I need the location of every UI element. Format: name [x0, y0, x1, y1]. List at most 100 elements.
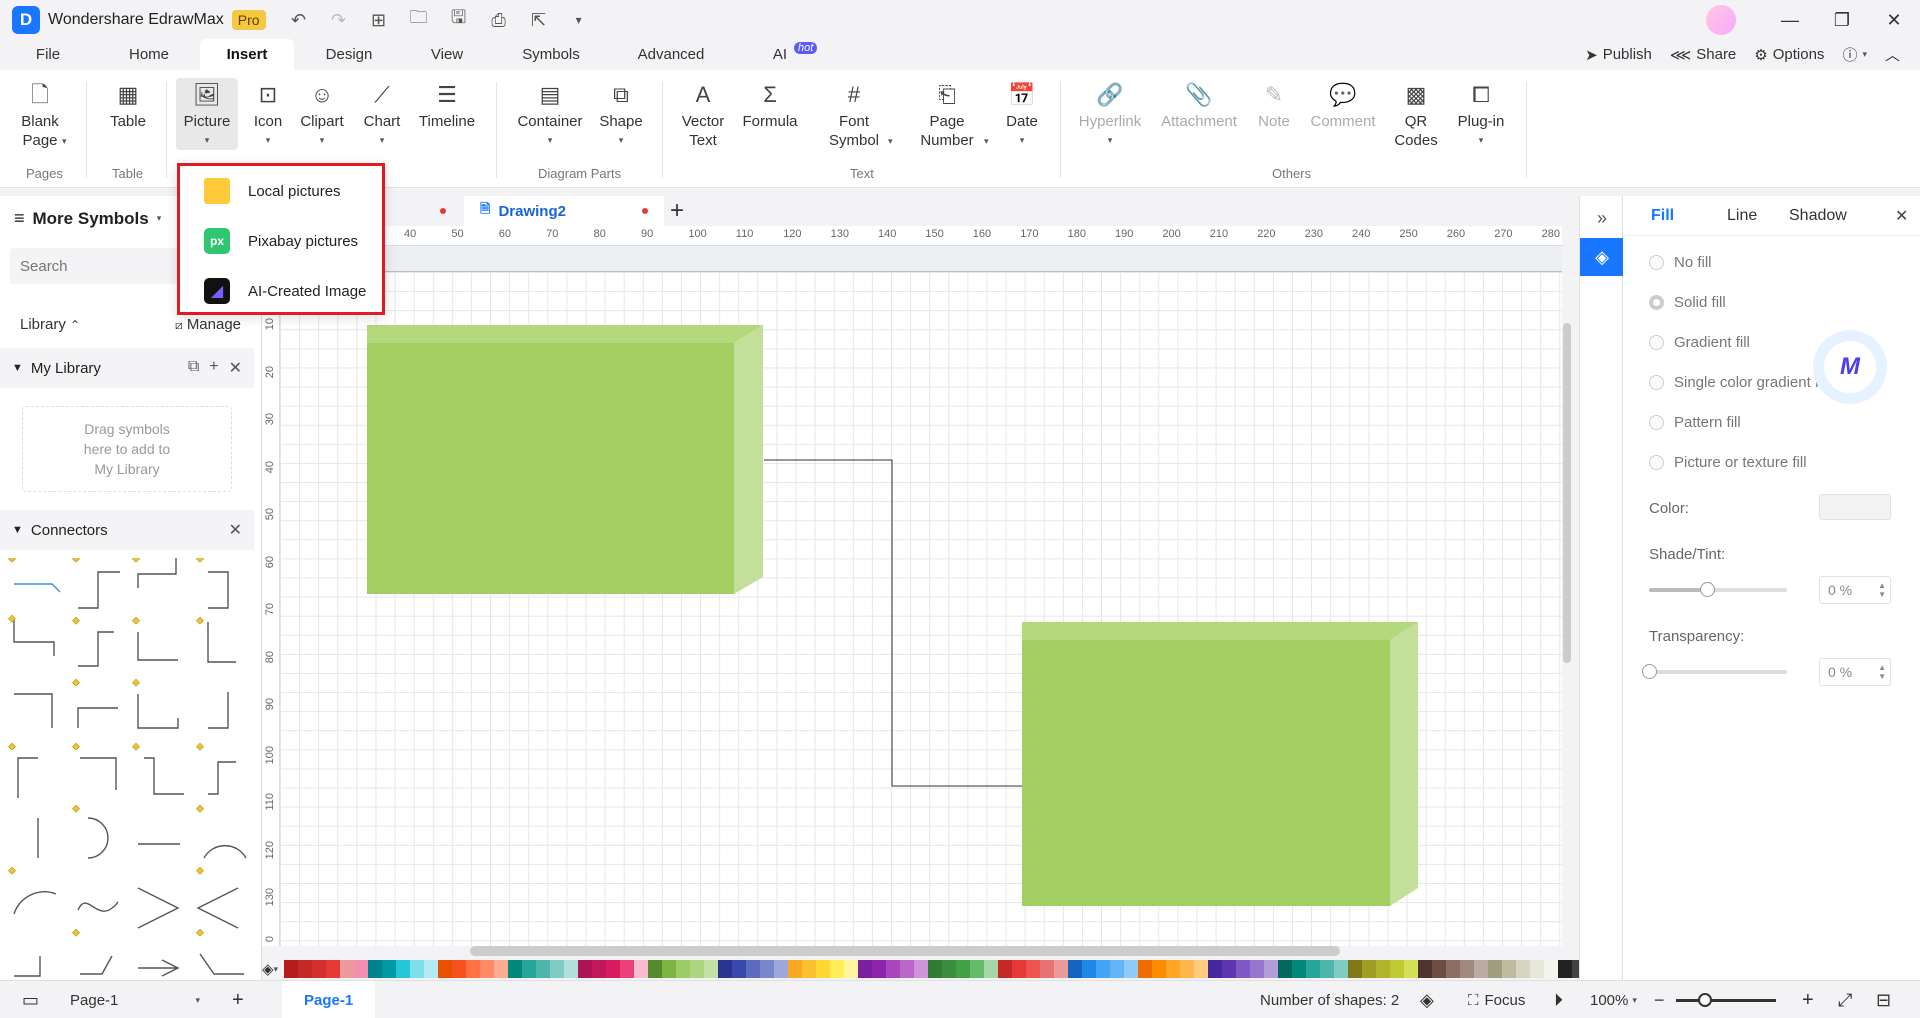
color-swatch[interactable]: [1124, 960, 1138, 978]
plus-icon[interactable]: +: [209, 358, 218, 378]
plugin-button[interactable]: ⧠ Plug-in ▾: [1454, 80, 1508, 150]
color-swatch[interactable]: [1040, 960, 1054, 978]
zoom-select[interactable]: 100% ▾: [1590, 981, 1637, 1018]
formula-button[interactable]: Σ Formula: [742, 80, 798, 131]
menu-tab-file[interactable]: File: [24, 46, 72, 70]
comment-button[interactable]: 💬 Comment: [1310, 80, 1376, 131]
color-swatch[interactable]: [676, 960, 690, 978]
color-swatch[interactable]: [1292, 960, 1306, 978]
drawing-canvas[interactable]: [280, 246, 1562, 946]
close-window-icon[interactable]: ✕: [1868, 10, 1920, 31]
color-swatch[interactable]: [368, 960, 382, 978]
share-button[interactable]: ⋘ Share: [1670, 46, 1736, 64]
color-swatch[interactable]: [1110, 960, 1124, 978]
shape-button[interactable]: ⧉ Shape ▾: [598, 80, 644, 150]
font-symbol-button[interactable]: # Font Symbol: [826, 80, 882, 150]
color-swatch[interactable]: [438, 960, 452, 978]
color-swatch[interactable]: [620, 960, 634, 978]
open-folder-icon[interactable]: 🗀: [404, 5, 434, 35]
connectors-header[interactable]: ▼ Connectors ✕: [0, 510, 254, 550]
note-button[interactable]: ✎ Note: [1254, 80, 1294, 131]
color-swatch[interactable]: [606, 960, 620, 978]
page-panel-toggle-icon[interactable]: ▭: [22, 981, 39, 1018]
tab-fill[interactable]: Fill: [1651, 207, 1674, 225]
print-icon[interactable]: ⎙: [484, 10, 514, 31]
color-swatch[interactable]: [1432, 960, 1446, 978]
zoom-slider-knob[interactable]: [1698, 992, 1712, 1007]
color-swatch[interactable]: [970, 960, 984, 978]
options-button[interactable]: ⚙ Options: [1754, 46, 1824, 64]
vertical-scrollbar[interactable]: [1563, 323, 1571, 663]
color-swatch[interactable]: [984, 960, 998, 978]
add-page-button[interactable]: +: [232, 981, 244, 1018]
minimize-icon[interactable]: —: [1764, 10, 1816, 31]
menu-item-ai-created-image[interactable]: ◢ AI-Created Image: [180, 266, 382, 316]
menu-item-pixabay-pictures[interactable]: px Pixabay pictures: [180, 216, 382, 266]
table-button[interactable]: ▦ Table: [104, 80, 152, 131]
color-swatch[interactable]: [1194, 960, 1208, 978]
picture-button[interactable]: 🖼 Picture ▾: [176, 78, 238, 150]
color-swatch[interactable]: [522, 960, 536, 978]
document-tab-drawing2[interactable]: 🗎 Drawing2: [464, 196, 664, 226]
shade-tint-input[interactable]: 0 % ▲ ▼: [1819, 576, 1891, 604]
color-swatch[interactable]: [1250, 960, 1264, 978]
color-swatch[interactable]: [1152, 960, 1166, 978]
color-swatch[interactable]: [704, 960, 718, 978]
save-icon[interactable]: 🖫: [444, 5, 474, 35]
color-swatch[interactable]: [1278, 960, 1292, 978]
color-swatch[interactable]: [788, 960, 802, 978]
radio-pattern-fill[interactable]: [1649, 415, 1664, 430]
color-swatch[interactable]: [1054, 960, 1068, 978]
hyperlink-button[interactable]: 🔗 Hyperlink ▾: [1076, 80, 1144, 150]
close-icon[interactable]: ✕: [229, 358, 242, 378]
radio-solid-fill[interactable]: [1649, 295, 1664, 310]
radio-picture-texture-fill[interactable]: [1649, 455, 1664, 470]
zoom-in-icon[interactable]: +: [1802, 981, 1814, 1018]
color-swatch[interactable]: [942, 960, 956, 978]
user-avatar[interactable]: [1706, 5, 1736, 35]
export-icon[interactable]: ⇱: [524, 10, 554, 31]
color-swatch[interactable]: [774, 960, 788, 978]
color-swatch[interactable]: [886, 960, 900, 978]
color-swatch[interactable]: [1474, 960, 1488, 978]
radio-single-color-gradient-fill[interactable]: [1649, 375, 1664, 390]
page-select[interactable]: Page-1 ▾: [70, 981, 200, 1018]
color-swatch[interactable]: [452, 960, 466, 978]
color-swatch[interactable]: [648, 960, 662, 978]
color-swatch[interactable]: [872, 960, 886, 978]
transparency-input[interactable]: 0 % ▲ ▼: [1819, 658, 1891, 686]
connector-line[interactable]: [764, 459, 1022, 787]
color-swatch[interactable]: [382, 960, 396, 978]
color-swatch[interactable]: [396, 960, 410, 978]
color-swatch[interactable]: [578, 960, 592, 978]
color-swatch[interactable]: [914, 960, 928, 978]
color-swatch[interactable]: [956, 960, 970, 978]
undo-icon[interactable]: ↶: [284, 10, 314, 31]
spinner-icon[interactable]: ▲ ▼: [1878, 581, 1886, 599]
color-swatch[interactable]: [1320, 960, 1334, 978]
close-icon[interactable]: ✕: [229, 520, 242, 540]
chevron-down-icon[interactable]: ▾: [62, 136, 67, 147]
menu-tab-insert[interactable]: Insert: [200, 39, 294, 70]
option-no-fill[interactable]: No fill: [1649, 254, 1712, 271]
color-swatch[interactable]: [690, 960, 704, 978]
option-gradient-fill[interactable]: Gradient fill: [1649, 334, 1750, 351]
color-swatch[interactable]: [1362, 960, 1376, 978]
customize-toolbar-icon[interactable]: ▾: [564, 13, 594, 27]
color-swatch[interactable]: [410, 960, 424, 978]
chevron-down-icon[interactable]: ▾: [274, 964, 279, 975]
container-button[interactable]: ▤ Container ▾: [514, 80, 586, 150]
color-swatch[interactable]: [298, 960, 312, 978]
color-swatch[interactable]: [1558, 960, 1572, 978]
color-swatch[interactable]: [732, 960, 746, 978]
color-swatch[interactable]: [998, 960, 1012, 978]
chevron-down-icon[interactable]: ▾: [984, 136, 989, 147]
fill-bucket-icon[interactable]: ◈: [262, 960, 274, 978]
shade-tint-slider-knob[interactable]: [1699, 582, 1715, 597]
collapse-ribbon-button[interactable]: ︿: [1885, 44, 1900, 65]
color-swatch[interactable]: [1096, 960, 1110, 978]
color-swatch[interactable]: [1390, 960, 1404, 978]
option-solid-fill[interactable]: Solid fill: [1649, 294, 1726, 311]
color-swatch[interactable]: [564, 960, 578, 978]
restore-icon[interactable]: ❐: [1816, 10, 1868, 31]
